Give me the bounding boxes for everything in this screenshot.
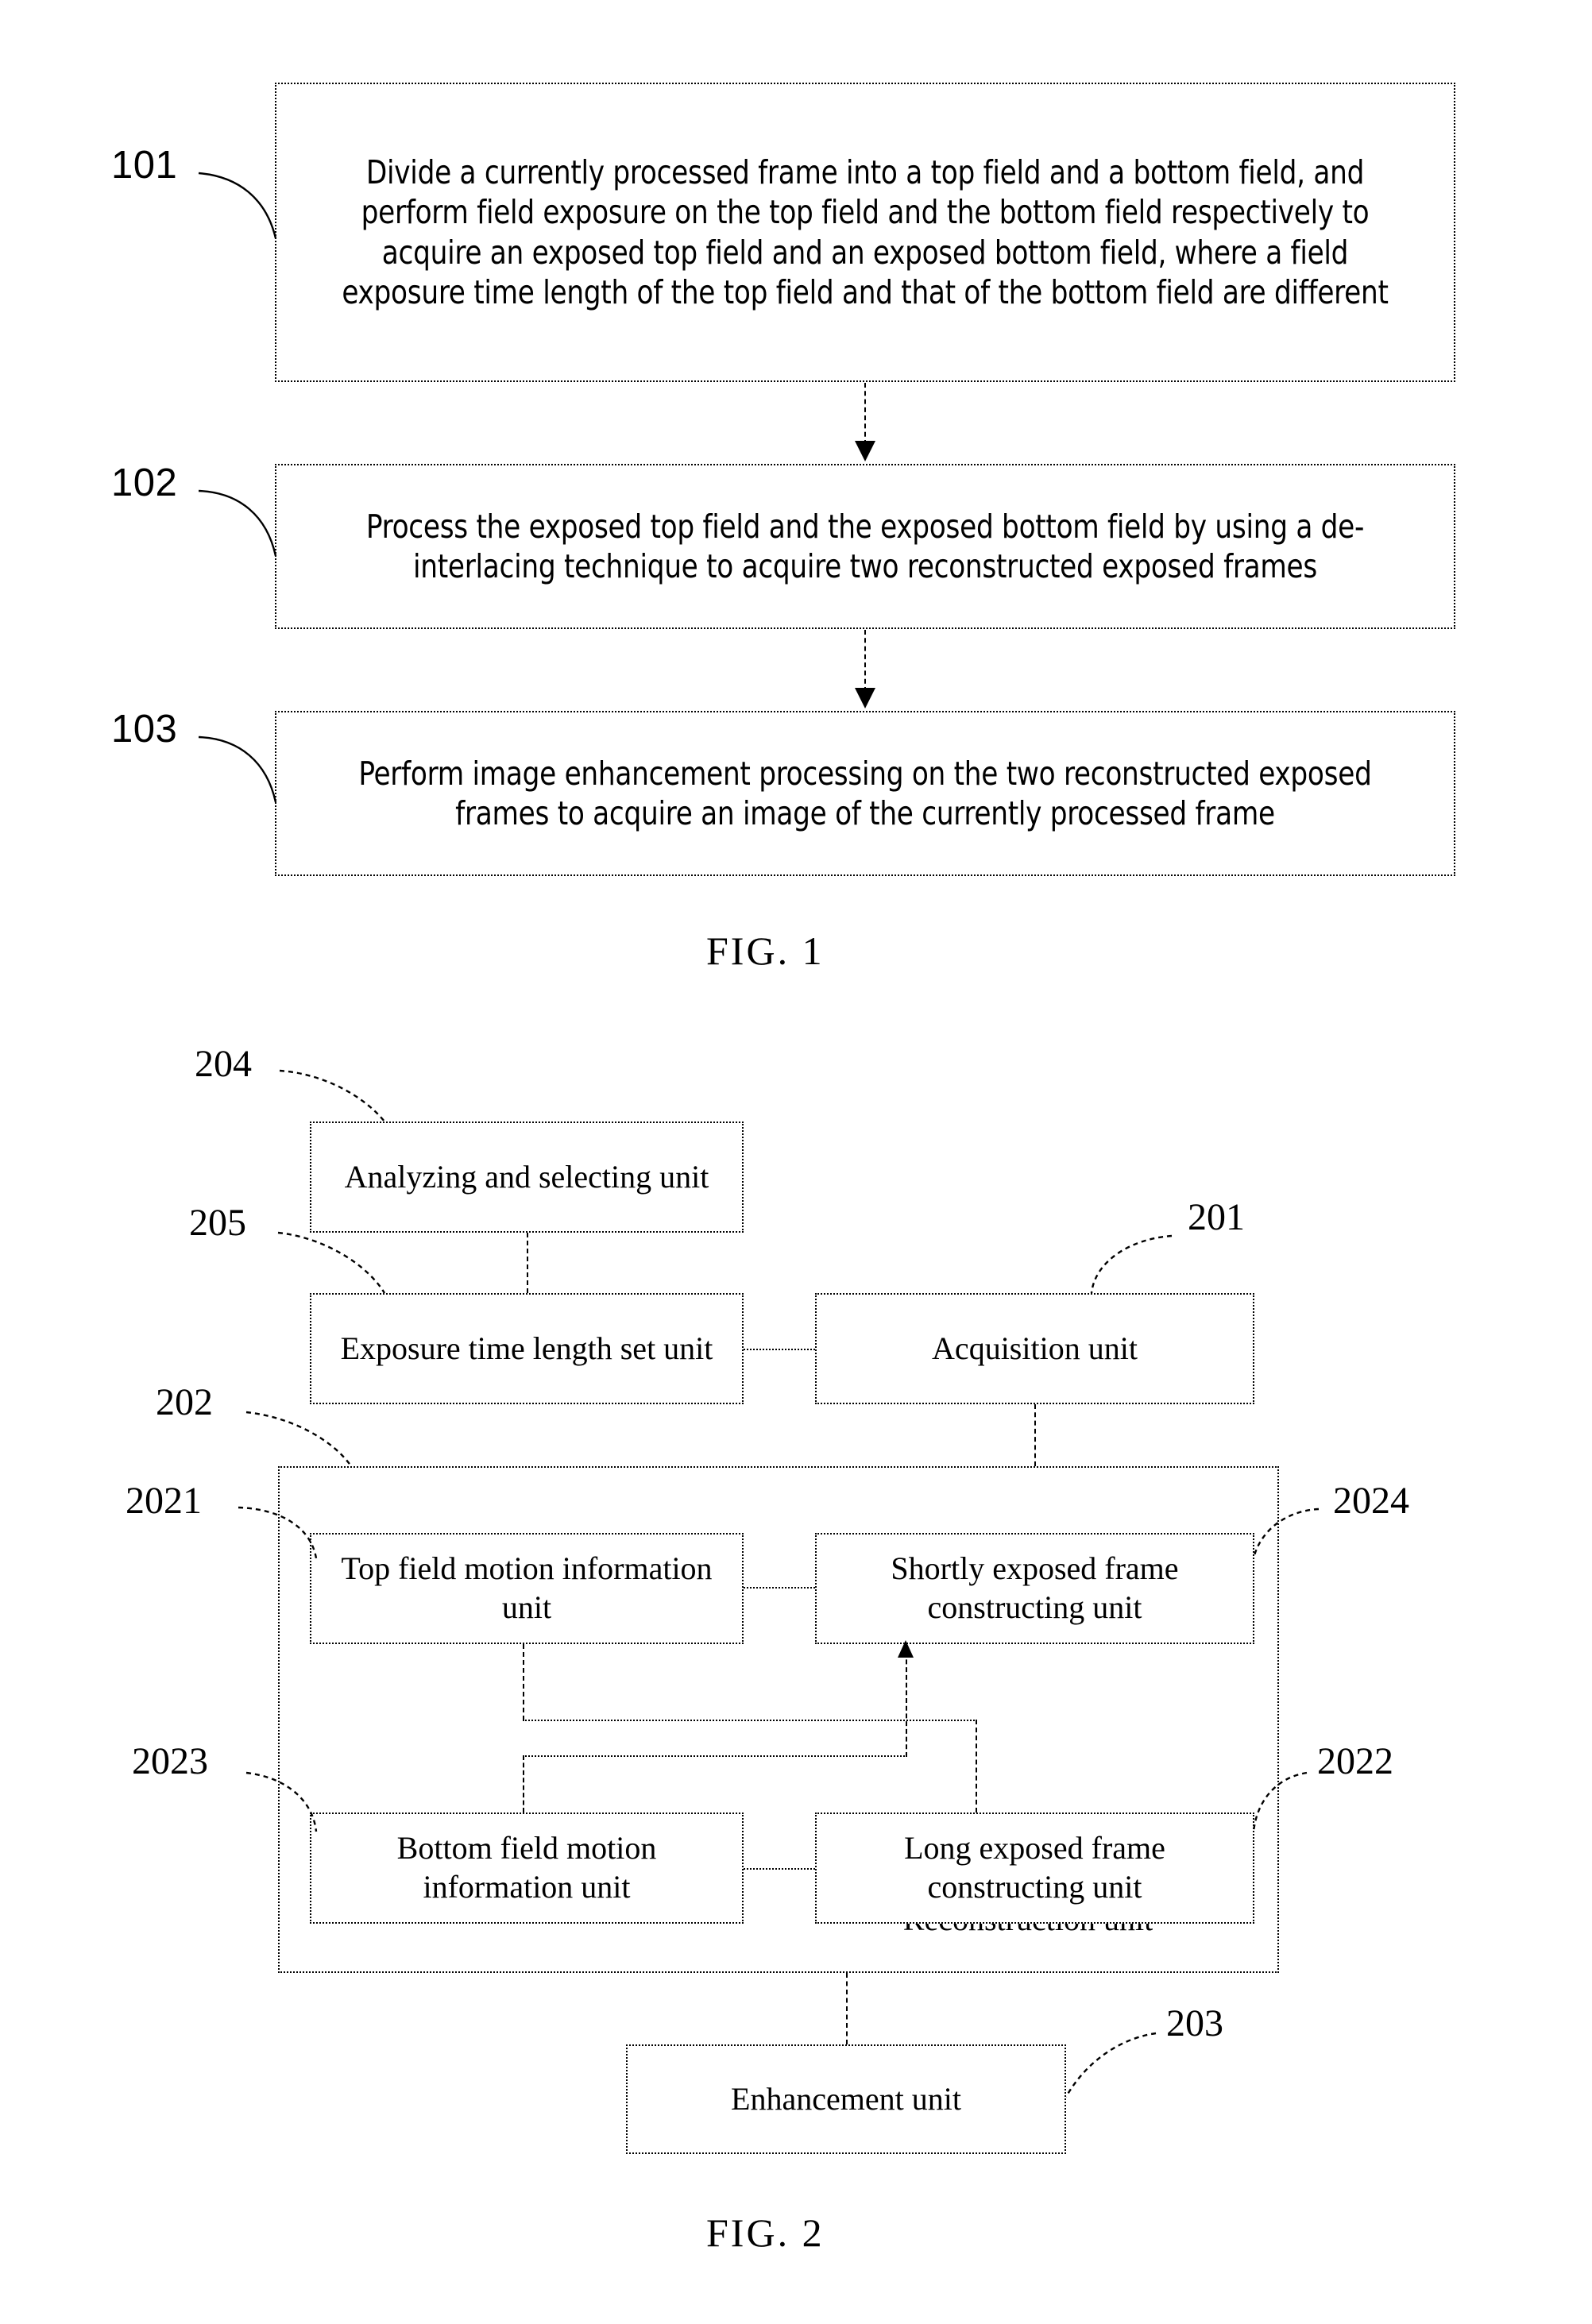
fig2-connector-2021-2024 [744,1587,815,1589]
fig2-bottom-field-motion-information-unit-label: Bottom field motion information unit [396,1830,657,1905]
fig2-connector-2023-2022 [744,1868,815,1870]
fig2-connector-2023-2024-seg-v1 [523,1755,524,1812]
fig2-connector-2021-2022-seg-h [523,1720,977,1721]
fig2-shortly-exposed-frame-constructing-unit-label: Shortly exposed frame constructing unit [891,1550,1179,1625]
fig2-leader-205 [277,1231,386,1294]
fig2-ref-205: 205 [189,1202,246,1244]
fig2-connector-2023-2024-seg-h [523,1755,907,1757]
fig2-leader-2024 [1252,1508,1320,1559]
fig2-long-exposed-frame-constructing-unit-label: Long exposed frame constructing unit [904,1830,1165,1905]
fig2-leader-201 [1090,1234,1173,1294]
fig2-acquisition-unit-label: Acquisition unit [932,1330,1138,1366]
fig2-connector-205-201 [744,1349,815,1350]
fig2-connector-2023-2024-seg-v2 [906,1644,907,1757]
fig2-bottom-field-motion-information-unit-box: Bottom field motion information unit [310,1812,744,1924]
fig2-analyzing-selecting-unit-box: Analyzing and selecting unit [310,1121,744,1233]
fig2-ref-202: 202 [156,1381,213,1423]
fig2-connector-2021-2022-seg-v2 [976,1720,977,1812]
fig2-leader-203 [1065,2032,1157,2098]
fig2-leader-202 [245,1411,352,1467]
fig2-connector-201-reconstruction [1034,1404,1036,1466]
figure-2: Analyzing and selecting unit 204 Exposur… [0,0,1592,2324]
fig2-shortly-exposed-frame-constructing-unit-box: Shortly exposed frame constructing unit [815,1533,1254,1644]
fig2-leader-2023 [245,1771,318,1832]
fig2-long-exposed-frame-constructing-unit-box: Long exposed frame constructing unit [815,1812,1254,1924]
fig2-exposure-time-length-set-unit-box: Exposure time length set unit [310,1293,744,1404]
fig2-ref-2022: 2022 [1317,1740,1393,1782]
fig2-top-field-motion-information-unit-box: Top field motion information unit [310,1533,744,1644]
fig2-leader-204 [279,1069,385,1122]
fig2-enhancement-unit-box: Enhancement unit [626,2044,1066,2154]
fig2-ref-2021: 2021 [126,1480,202,1522]
fig2-ref-203: 203 [1166,2002,1223,2044]
fig2-ref-204: 204 [195,1043,252,1085]
fig2-analyzing-selecting-unit-label: Analyzing and selecting unit [344,1158,709,1195]
fig2-top-field-motion-information-unit-label: Top field motion information unit [341,1550,713,1625]
fig2-ref-2024: 2024 [1333,1480,1409,1522]
fig2-caption: FIG. 2 [706,2210,825,2255]
fig2-connector-2021-2022-seg-v1 [523,1644,524,1720]
fig2-connector-204-205 [527,1233,528,1293]
fig2-ref-2023: 2023 [132,1740,208,1782]
fig2-leader-2022 [1252,1771,1308,1832]
fig2-enhancement-unit-label: Enhancement unit [731,2080,961,2117]
fig2-exposure-time-length-set-unit-label: Exposure time length set unit [340,1330,713,1366]
fig2-leader-2021 [238,1506,318,1559]
fig2-connector-reconstruction-enhancement [846,1973,848,2044]
fig2-arrowhead-2023-2024 [898,1640,914,1658]
fig2-ref-201: 201 [1188,1196,1245,1238]
fig2-acquisition-unit-box: Acquisition unit [815,1293,1254,1404]
